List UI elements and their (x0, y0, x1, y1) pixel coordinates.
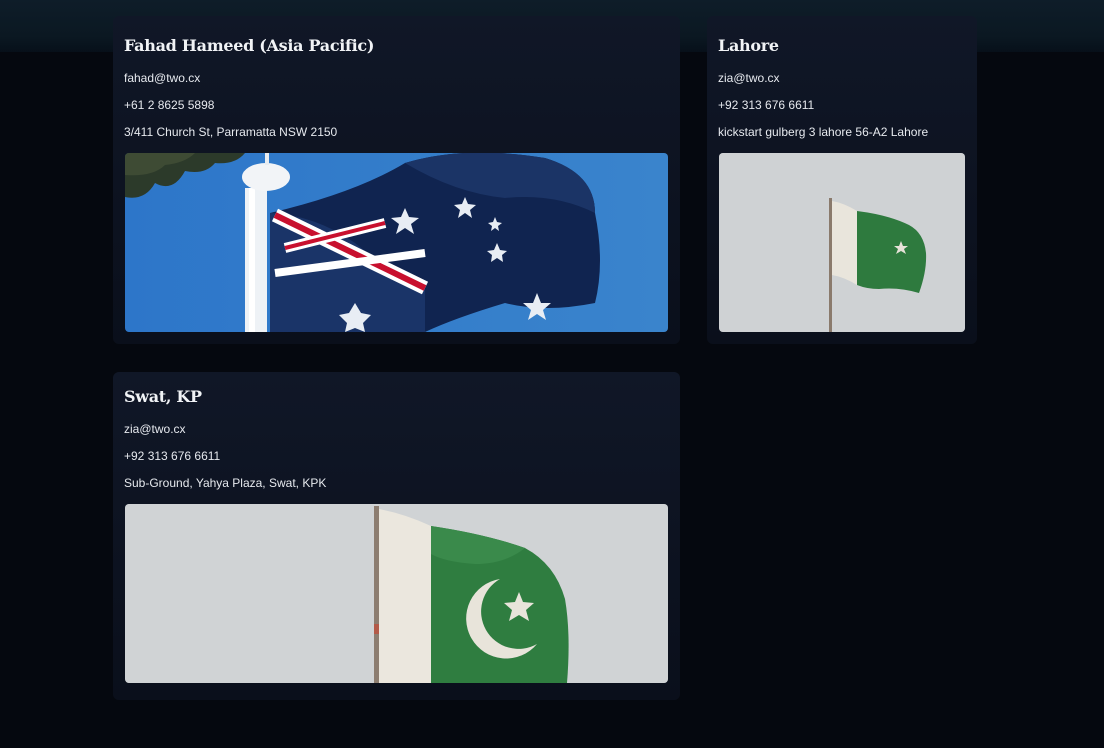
office-title: Lahore (718, 36, 779, 55)
office-address: kickstart gulberg 3 lahore 56-A2 Lahore (718, 125, 929, 139)
office-address: 3/411 Church St, Parramatta NSW 2150 (124, 125, 338, 139)
office-email[interactable]: fahad@two.cx (124, 71, 200, 85)
office-phone[interactable]: +92 313 676 6611 (718, 98, 814, 112)
pakistan-flag-photo (125, 504, 668, 683)
australian-flag-photo (125, 153, 668, 332)
office-address: Sub-Ground, Yahya Plaza, Swat, KPK (124, 476, 327, 490)
office-title: Swat, KP (124, 387, 202, 406)
office-card-asia-pacific: Fahad Hameed (Asia Pacific) fahad@two.cx… (113, 16, 680, 344)
office-title: Fahad Hameed (Asia Pacific) (124, 36, 375, 55)
office-phone[interactable]: +92 313 676 6611 (124, 449, 220, 463)
office-email[interactable]: zia@two.cx (124, 422, 186, 436)
office-card-lahore: Lahore zia@two.cx +92 313 676 6611 kicks… (707, 16, 977, 344)
pakistan-flag-photo (719, 153, 965, 332)
office-email[interactable]: zia@two.cx (718, 71, 780, 85)
office-phone[interactable]: +61 2 8625 5898 (124, 98, 214, 112)
office-card-swat: Swat, KP zia@two.cx +92 313 676 6611 Sub… (113, 372, 680, 700)
